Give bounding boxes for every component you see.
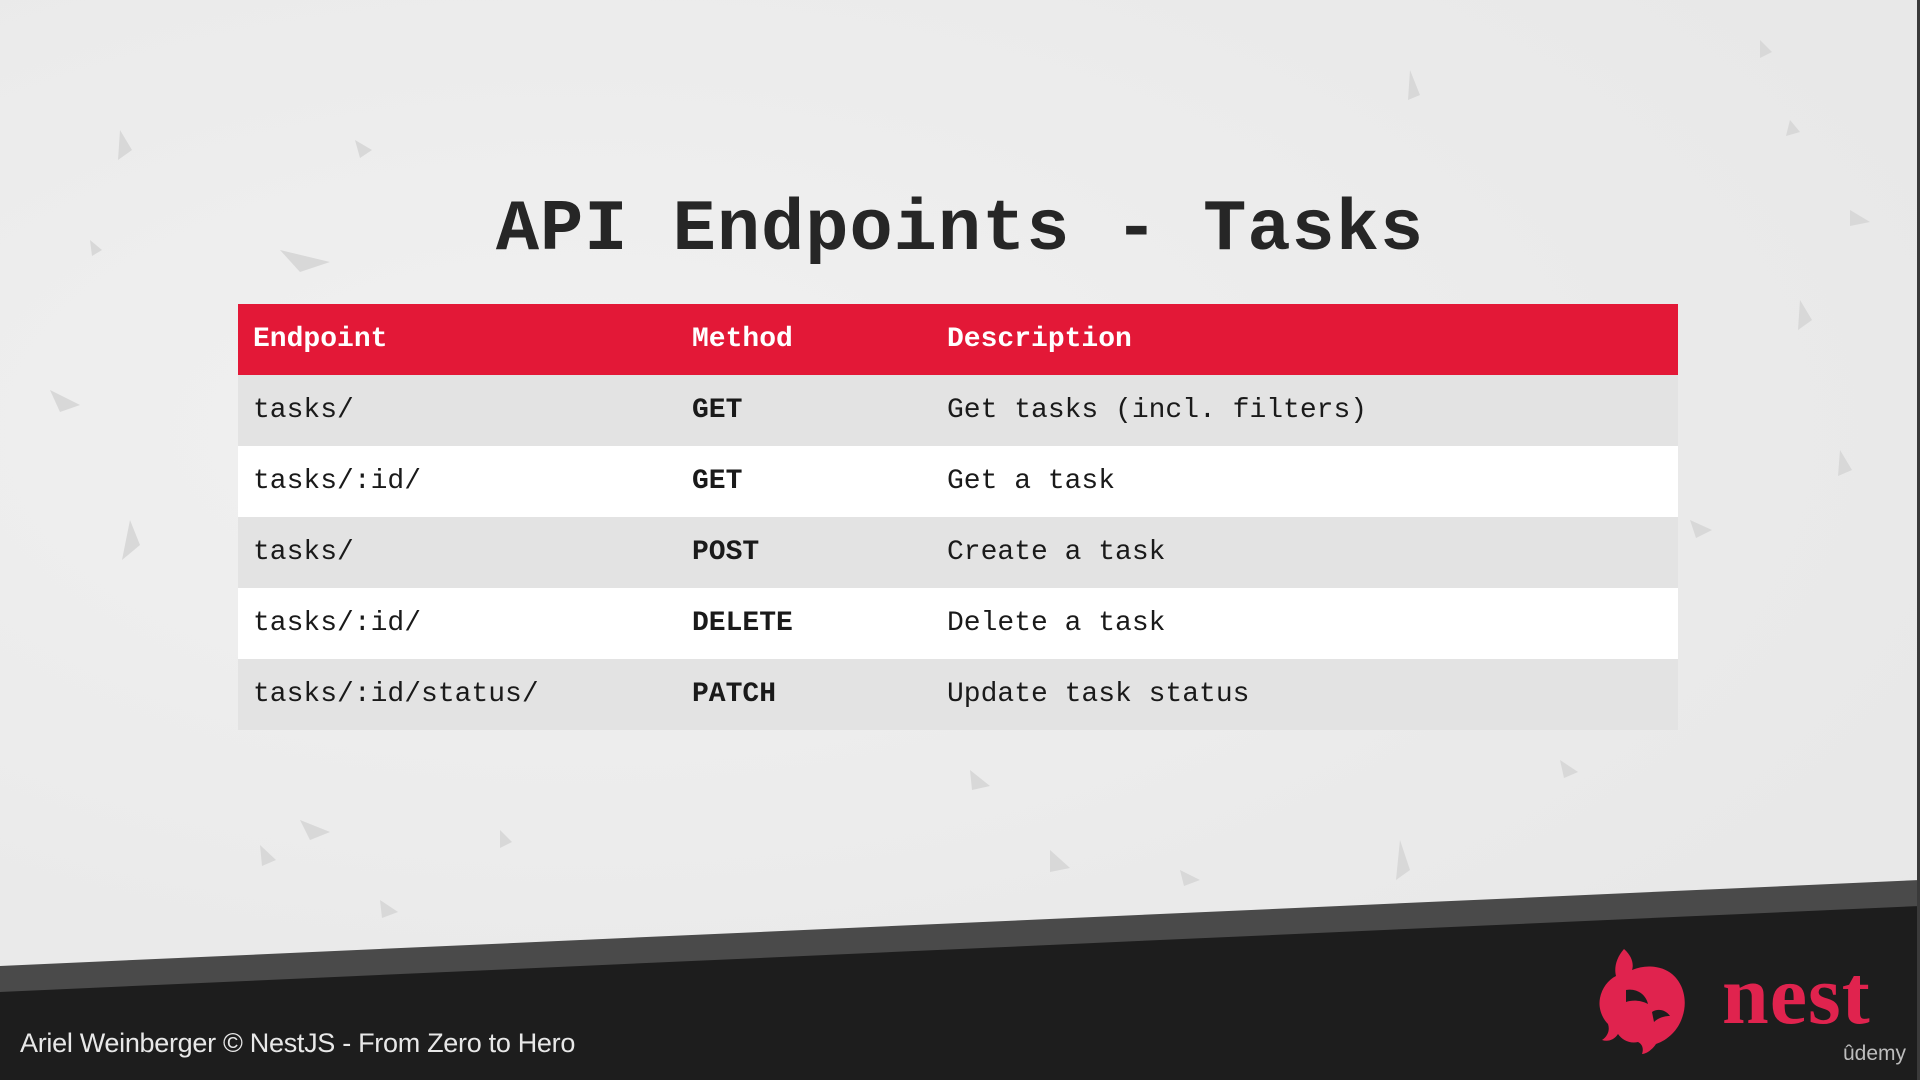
- slide: API Endpoints - Tasks Endpoint Method De…: [0, 0, 1920, 1080]
- footer-credit: Ariel Weinberger © NestJS - From Zero to…: [20, 1028, 576, 1058]
- nestjs-logo-text: nest: [1722, 949, 1871, 1042]
- udemy-watermark: ûdemy: [1843, 1042, 1907, 1065]
- footer-band: [0, 880, 1920, 1080]
